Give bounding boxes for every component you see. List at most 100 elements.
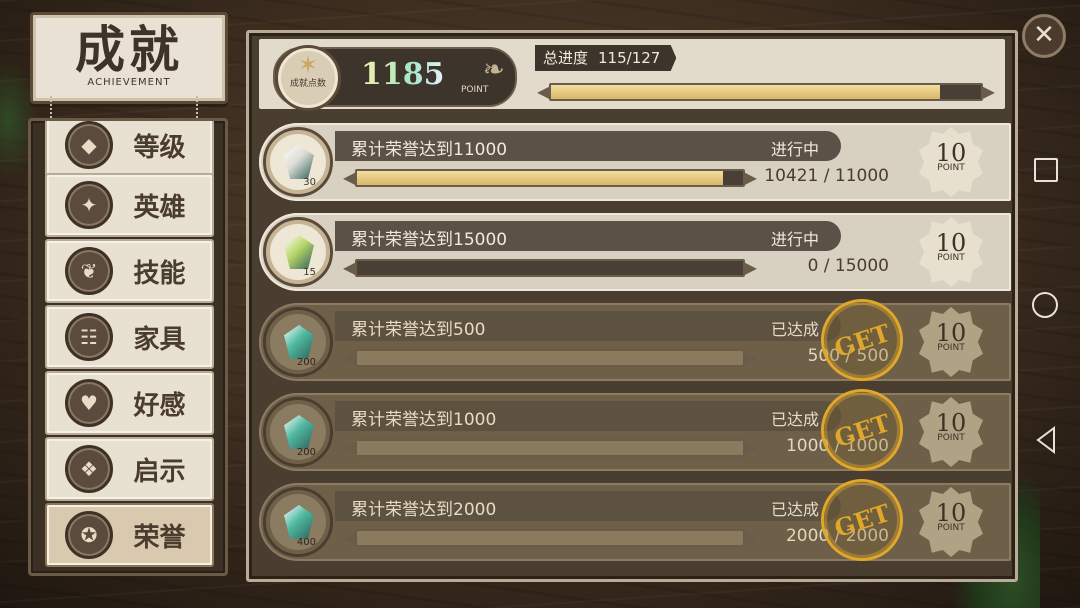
achievement-title: 累计荣誉达到11000 xyxy=(351,140,508,160)
recent-apps-button[interactable] xyxy=(1034,158,1058,182)
arrow-left-icon: ◀ xyxy=(343,167,357,189)
point-unit: POINT xyxy=(937,343,965,353)
points-value: 1185 xyxy=(361,57,445,92)
arrow-right-icon: ▶ xyxy=(743,257,757,279)
achievement-title-strip: 累计荣誉达到2000 已达成 xyxy=(335,491,841,521)
home-button[interactable] xyxy=(1032,292,1058,318)
arrow-left-icon: ◀ xyxy=(343,527,357,549)
sidebar-item-affection[interactable]: ♥ 好感 xyxy=(45,371,214,435)
achievement-row[interactable]: 30 累计荣誉达到11000 进行中 ◀ ▶ 10421 / 11000 10 … xyxy=(259,123,1011,201)
achievement-title: 累计荣誉达到2000 xyxy=(351,500,497,520)
achievement-status: 已达成 xyxy=(770,410,819,429)
title-plaque: 成就 ACHIEVEMENT xyxy=(30,12,228,104)
sidebar-item-skill[interactable]: ❦ 技能 xyxy=(45,239,214,303)
achievement-row[interactable]: 200 累计荣誉达到1000 已达成 ◀ ▶ 1000 / 1000 GET 1… xyxy=(259,378,1011,482)
sidebar-item-label: 荣誉 xyxy=(133,522,186,553)
reward-quantity: 200 xyxy=(296,447,316,458)
sidebar-item-label: 启示 xyxy=(133,456,186,487)
point-unit: POINT xyxy=(937,433,965,443)
progress-bar-fill xyxy=(551,85,941,99)
achievement-panel: ✶ 成就点数 1185 POINT ❧ 总进度 115/127 ◀ ▶ 30 累计… xyxy=(246,30,1018,582)
points-unit: POINT xyxy=(461,85,489,95)
point-badge: 10 POINT xyxy=(919,307,983,377)
level-icon: ◆ xyxy=(65,121,113,169)
gem-icon xyxy=(284,325,314,359)
achievement-title-strip: 累计荣誉达到15000 进行中 xyxy=(335,221,841,251)
sidebar-item-honor[interactable]: ✪ 荣誉 xyxy=(45,503,214,567)
achievement-progress-bar: ◀ ▶ xyxy=(343,348,757,369)
achievement-progress-bar: ◀ ▶ xyxy=(343,258,757,279)
get-stamp: GET xyxy=(810,288,914,392)
reward-item-slot[interactable]: 400 xyxy=(263,487,333,557)
achievement-row[interactable]: 400 累计荣誉达到2000 已达成 ◀ ▶ 2000 / 2000 GET 1… xyxy=(259,468,1011,572)
gem-icon xyxy=(284,415,314,449)
total-progress-bar: ◀ ▶ xyxy=(537,82,995,103)
arrow-right-icon: ▶ xyxy=(743,347,757,369)
point-unit: POINT xyxy=(937,523,965,533)
arrow-right-icon: ▶ xyxy=(743,437,757,459)
reward-item-slot[interactable]: 15 xyxy=(263,217,333,287)
achievement-title-strip: 累计荣誉达到500 已达成 xyxy=(335,311,841,341)
sidebar-item-label: 家具 xyxy=(133,324,186,355)
hearts-icon: ♥ xyxy=(65,379,113,427)
progress-label: 总进度 xyxy=(543,49,589,67)
back-button[interactable] xyxy=(1034,426,1058,454)
reward-quantity: 200 xyxy=(296,357,316,368)
arrow-left-icon: ◀ xyxy=(537,81,551,103)
point-unit: POINT xyxy=(937,253,965,263)
revelation-icon: ❖ xyxy=(65,445,113,493)
sidebar-item-label: 英雄 xyxy=(133,192,186,223)
sidebar-item-hero[interactable]: ✦ 英雄 xyxy=(45,173,214,237)
point-badge: 10 POINT xyxy=(919,217,983,287)
page-subtitle: ACHIEVEMENT xyxy=(87,77,171,88)
arrow-left-icon: ◀ xyxy=(343,257,357,279)
summary-header: ✶ 成就点数 1185 POINT ❧ 总进度 115/127 ◀ ▶ xyxy=(259,39,1005,111)
arrow-left-icon: ◀ xyxy=(343,347,357,369)
gem-icon xyxy=(284,145,314,179)
sidebar-item-revelation[interactable]: ❖ 启示 xyxy=(45,437,214,501)
arrow-right-icon: ▶ xyxy=(743,527,757,549)
achievement-title-strip: 累计荣誉达到1000 已达成 xyxy=(335,401,841,431)
point-badge: 10 POINT xyxy=(919,487,983,557)
achievement-title: 累计荣誉达到500 xyxy=(351,320,486,340)
reward-item-slot[interactable]: 200 xyxy=(263,397,333,467)
achievement-status: 已达成 xyxy=(770,320,819,339)
reward-quantity: 400 xyxy=(296,537,316,548)
arrow-left-icon: ◀ xyxy=(343,437,357,459)
gem-icon xyxy=(284,505,314,539)
achievement-row[interactable]: 200 累计荣誉达到500 已达成 ◀ ▶ 500 / 500 GET 10 P… xyxy=(259,288,1011,392)
achievement-row[interactable]: 15 累计荣誉达到15000 进行中 ◀ ▶ 0 / 15000 10 POIN… xyxy=(259,213,1011,291)
achievement-status: 进行中 xyxy=(770,230,819,249)
honor-icon: ✪ xyxy=(65,511,113,559)
achievement-points: ✶ 成就点数 1185 POINT ❧ xyxy=(273,45,517,111)
points-badge: ✶ 成就点数 xyxy=(275,45,341,111)
skill-icon: ❦ xyxy=(65,247,113,295)
achievement-title: 累计荣誉达到1000 xyxy=(351,410,497,430)
arrow-right-icon: ▶ xyxy=(981,81,995,103)
category-sidebar[interactable]: ◆ 等级 ✦ 英雄 ❦ 技能 ☷ 家具 ♥ 好感 ❖ 启示 ✪ 荣誉 xyxy=(28,118,228,576)
close-button[interactable]: ✕ xyxy=(1022,14,1066,58)
get-stamp: GET xyxy=(810,468,914,572)
gem-icon xyxy=(284,235,314,269)
arrow-right-icon: ▶ xyxy=(743,167,757,189)
hero-icon: ✦ xyxy=(65,181,113,229)
achievement-progress-bar: ◀ ▶ xyxy=(343,438,757,459)
sidebar-item-label: 等级 xyxy=(133,132,186,163)
close-icon: ✕ xyxy=(1033,20,1055,50)
swirl-decoration-icon: ❧ xyxy=(483,55,505,85)
reward-quantity: 15 xyxy=(303,267,316,278)
reward-item-slot[interactable]: 200 xyxy=(263,307,333,377)
progress-bar-fill xyxy=(357,351,743,365)
furniture-icon: ☷ xyxy=(65,313,113,361)
chain-decoration xyxy=(196,96,206,118)
point-badge: 10 POINT xyxy=(919,127,983,197)
achievement-status: 已达成 xyxy=(770,500,819,519)
sidebar-item-level[interactable]: ◆ 等级 xyxy=(45,121,214,177)
sidebar-item-furniture[interactable]: ☷ 家具 xyxy=(45,305,214,369)
progress-bar-fill xyxy=(357,171,723,185)
reward-item-slot[interactable]: 30 xyxy=(263,127,333,197)
achievement-progress-bar: ◀ ▶ xyxy=(343,168,757,189)
point-badge: 10 POINT xyxy=(919,397,983,467)
progress-bar-fill xyxy=(357,441,743,455)
achievement-title-strip: 累计荣誉达到11000 进行中 xyxy=(335,131,841,161)
